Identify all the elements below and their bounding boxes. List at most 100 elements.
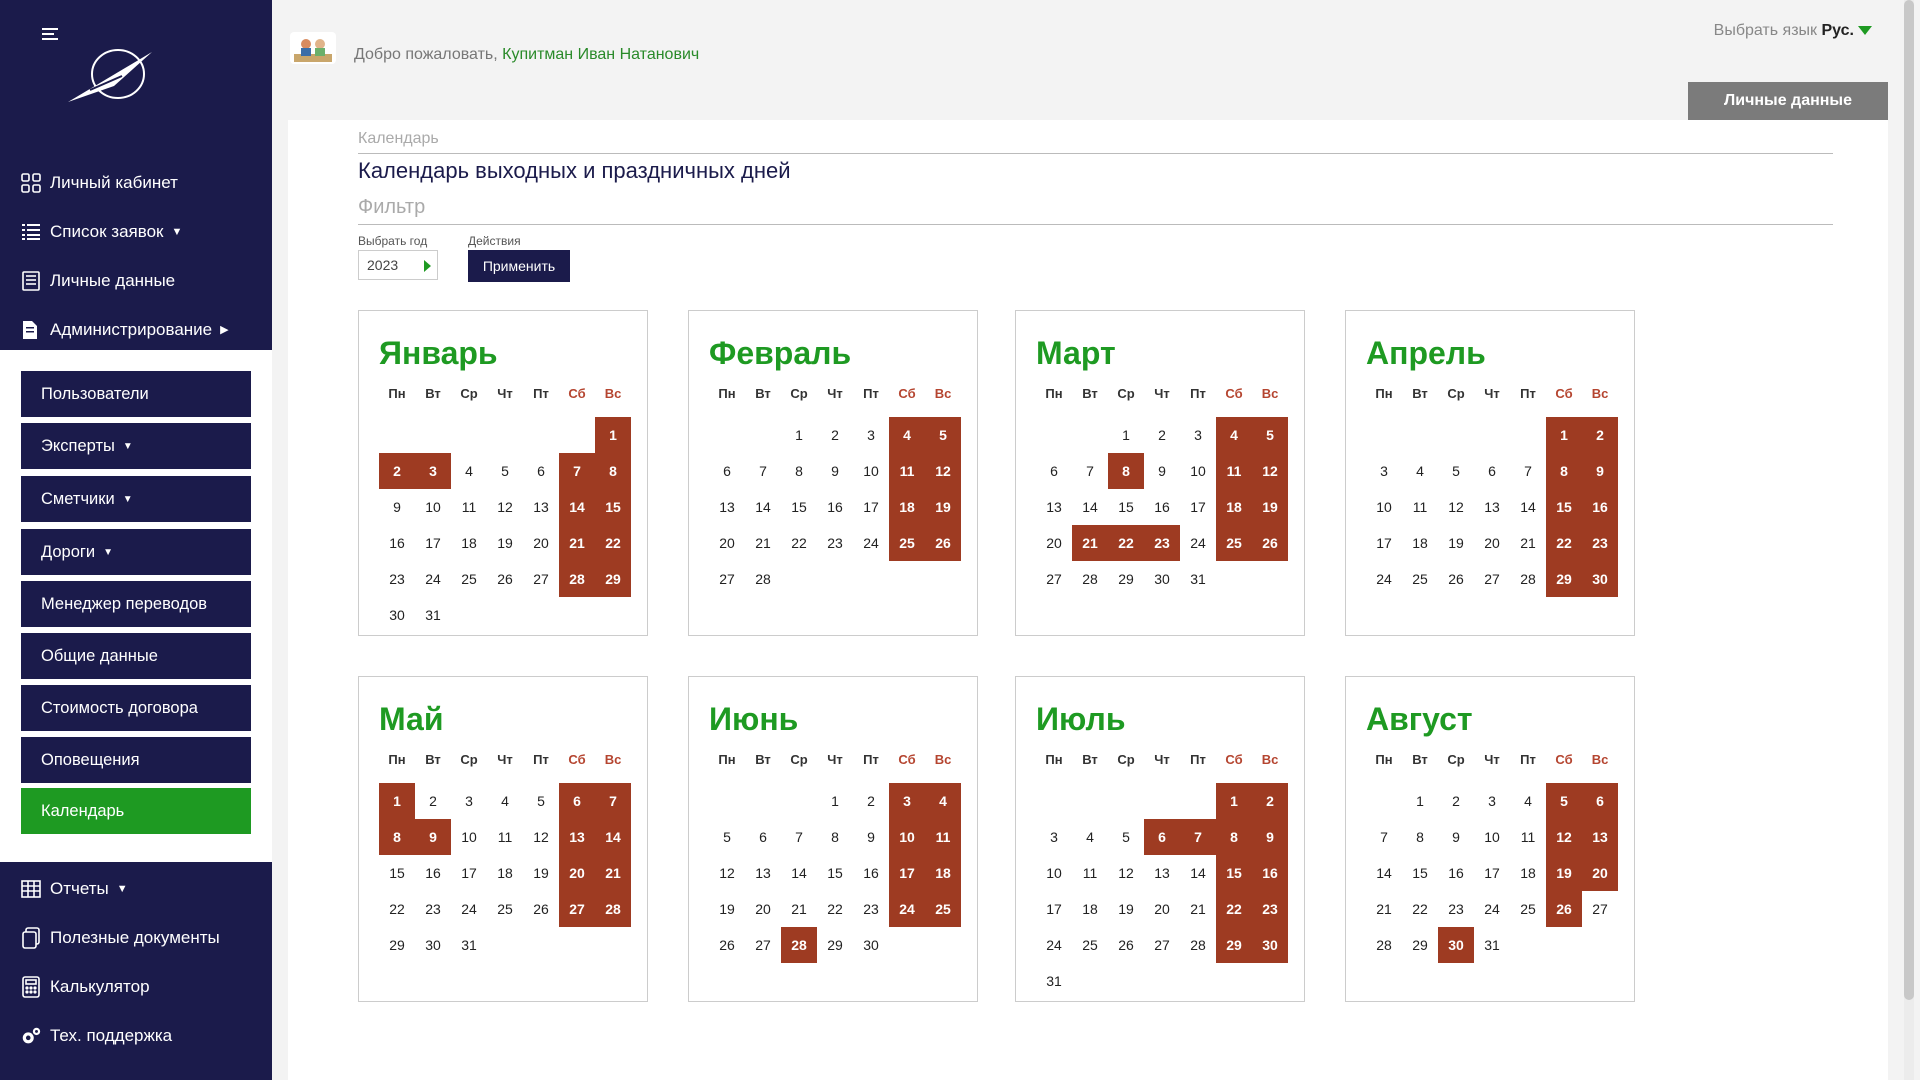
- day-cell[interactable]: 5: [1108, 819, 1144, 855]
- day-off-cell[interactable]: 22: [595, 525, 631, 561]
- sidebar-item-requests[interactable]: Список заявок ▼: [0, 207, 272, 256]
- day-off-cell[interactable]: 25: [889, 525, 925, 561]
- day-cell[interactable]: 20: [1474, 525, 1510, 561]
- day-cell[interactable]: 23: [817, 525, 853, 561]
- day-cell[interactable]: 14: [1180, 855, 1216, 891]
- day-off-cell[interactable]: 23: [1582, 525, 1618, 561]
- day-cell[interactable]: 16: [817, 489, 853, 525]
- day-cell[interactable]: 22: [379, 891, 415, 927]
- day-cell[interactable]: 20: [1036, 525, 1072, 561]
- day-off-cell[interactable]: 12: [1546, 819, 1582, 855]
- day-cell[interactable]: 7: [1366, 819, 1402, 855]
- day-cell[interactable]: 22: [1402, 891, 1438, 927]
- day-cell[interactable]: 30: [853, 927, 889, 963]
- day-cell[interactable]: 4: [487, 783, 523, 819]
- day-off-cell[interactable]: 23: [1144, 525, 1180, 561]
- day-off-cell[interactable]: 29: [1546, 561, 1582, 597]
- day-cell[interactable]: 23: [379, 561, 415, 597]
- day-cell[interactable]: 19: [487, 525, 523, 561]
- day-cell[interactable]: 29: [817, 927, 853, 963]
- day-cell[interactable]: 31: [1180, 561, 1216, 597]
- day-off-cell[interactable]: 4: [889, 417, 925, 453]
- day-cell[interactable]: 24: [1474, 891, 1510, 927]
- day-cell[interactable]: 15: [781, 489, 817, 525]
- day-off-cell[interactable]: 5: [925, 417, 961, 453]
- day-cell[interactable]: 13: [1144, 855, 1180, 891]
- day-cell[interactable]: 9: [1438, 819, 1474, 855]
- day-cell[interactable]: 28: [1072, 561, 1108, 597]
- day-cell[interactable]: 12: [709, 855, 745, 891]
- day-cell[interactable]: 25: [1072, 927, 1108, 963]
- day-cell[interactable]: 26: [1438, 561, 1474, 597]
- day-off-cell[interactable]: 26: [1252, 525, 1288, 561]
- day-off-cell[interactable]: 12: [1252, 453, 1288, 489]
- day-off-cell[interactable]: 19: [925, 489, 961, 525]
- day-cell[interactable]: 27: [1474, 561, 1510, 597]
- day-cell[interactable]: 2: [415, 783, 451, 819]
- day-cell[interactable]: 10: [1474, 819, 1510, 855]
- day-off-cell[interactable]: 19: [1252, 489, 1288, 525]
- day-cell[interactable]: 18: [451, 525, 487, 561]
- day-off-cell[interactable]: 11: [925, 819, 961, 855]
- day-off-cell[interactable]: 7: [595, 783, 631, 819]
- day-off-cell[interactable]: 1: [595, 417, 631, 453]
- day-cell[interactable]: 30: [415, 927, 451, 963]
- day-cell[interactable]: 21: [1180, 891, 1216, 927]
- day-cell[interactable]: 6: [1474, 453, 1510, 489]
- day-cell[interactable]: 21: [745, 525, 781, 561]
- language-selector[interactable]: Выбрать язык Рус.: [1714, 22, 1872, 40]
- day-cell[interactable]: 19: [1108, 891, 1144, 927]
- day-cell[interactable]: 14: [1072, 489, 1108, 525]
- sidebar-item-administration[interactable]: Администрирование ▶: [0, 305, 272, 354]
- day-cell[interactable]: 19: [1438, 525, 1474, 561]
- day-cell[interactable]: 31: [415, 597, 451, 633]
- user-name[interactable]: Купитман Иван Натанович: [502, 46, 699, 63]
- day-off-cell[interactable]: 17: [889, 855, 925, 891]
- day-cell[interactable]: 24: [853, 525, 889, 561]
- day-off-cell[interactable]: 7: [1180, 819, 1216, 855]
- day-cell[interactable]: 24: [1036, 927, 1072, 963]
- apply-button[interactable]: Применить: [468, 250, 570, 282]
- day-off-cell[interactable]: 1: [1216, 783, 1252, 819]
- admin-item-contract-cost[interactable]: Стоимость договора: [21, 685, 251, 731]
- day-off-cell[interactable]: 6: [559, 783, 595, 819]
- day-off-cell[interactable]: 8: [1108, 453, 1144, 489]
- day-cell[interactable]: 17: [1474, 855, 1510, 891]
- day-cell[interactable]: 2: [1438, 783, 1474, 819]
- day-off-cell[interactable]: 16: [1252, 855, 1288, 891]
- day-cell[interactable]: 24: [1180, 525, 1216, 561]
- day-cell[interactable]: 25: [487, 891, 523, 927]
- menu-toggle-icon[interactable]: [42, 28, 60, 42]
- day-cell[interactable]: 26: [523, 891, 559, 927]
- day-off-cell[interactable]: 20: [1582, 855, 1618, 891]
- day-cell[interactable]: 12: [1108, 855, 1144, 891]
- day-cell[interactable]: 5: [487, 453, 523, 489]
- day-cell[interactable]: 17: [853, 489, 889, 525]
- day-off-cell[interactable]: 25: [925, 891, 961, 927]
- day-off-cell[interactable]: 28: [559, 561, 595, 597]
- day-off-cell[interactable]: 21: [1072, 525, 1108, 561]
- day-off-cell[interactable]: 12: [925, 453, 961, 489]
- day-cell[interactable]: 9: [379, 489, 415, 525]
- admin-item-translation-manager[interactable]: Менеджер переводов: [21, 581, 251, 627]
- day-cell[interactable]: 10: [853, 453, 889, 489]
- day-cell[interactable]: 3: [451, 783, 487, 819]
- day-cell[interactable]: 30: [1144, 561, 1180, 597]
- day-off-cell[interactable]: 6: [1144, 819, 1180, 855]
- day-off-cell[interactable]: 15: [595, 489, 631, 525]
- day-cell[interactable]: 13: [709, 489, 745, 525]
- day-cell[interactable]: 6: [1036, 453, 1072, 489]
- day-cell[interactable]: 11: [1510, 819, 1546, 855]
- avatar[interactable]: [290, 32, 336, 64]
- day-cell[interactable]: 15: [1402, 855, 1438, 891]
- day-cell[interactable]: 1: [1108, 417, 1144, 453]
- day-cell[interactable]: 7: [1072, 453, 1108, 489]
- day-cell[interactable]: 14: [1510, 489, 1546, 525]
- day-cell[interactable]: 29: [1108, 561, 1144, 597]
- day-off-cell[interactable]: 8: [1216, 819, 1252, 855]
- day-off-cell[interactable]: 22: [1216, 891, 1252, 927]
- day-off-cell[interactable]: 9: [1582, 453, 1618, 489]
- day-off-cell[interactable]: 6: [1582, 783, 1618, 819]
- day-cell[interactable]: 6: [709, 453, 745, 489]
- day-cell[interactable]: 21: [1366, 891, 1402, 927]
